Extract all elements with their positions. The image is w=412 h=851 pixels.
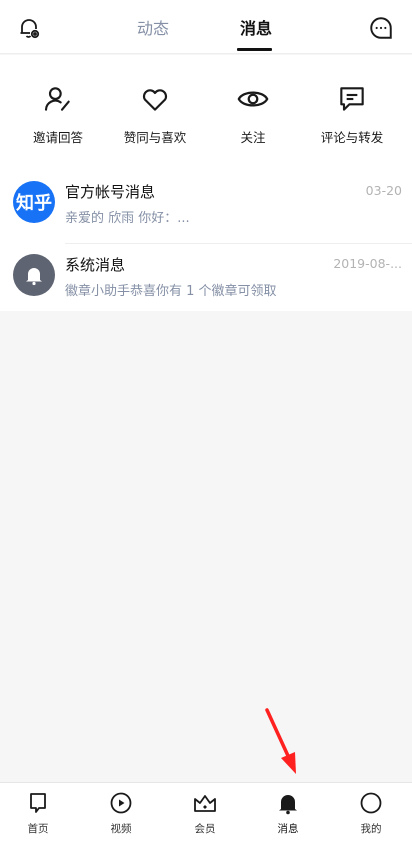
quick-actions: 邀请回答 赞同与喜欢 关注 评论与转发 [0, 55, 412, 160]
nav-vip[interactable]: 会员 [175, 789, 235, 836]
nav-video[interactable]: 视频 [91, 789, 151, 836]
message-time: 2019-08-... [333, 256, 402, 271]
likes-button[interactable]: 赞同与喜欢 [105, 81, 205, 146]
message-preview: 徽章小助手恭喜你有 1 个徽章可领取 [65, 284, 277, 299]
nav-messages[interactable]: 消息 [258, 789, 318, 836]
message-preview: 亲爱的 欣雨 你好：... [65, 211, 190, 226]
message-time: 03-20 [365, 183, 402, 198]
tab-messages[interactable]: 消息 [240, 17, 272, 41]
user-pen-icon [40, 81, 76, 117]
message-list: 知乎 官方帐号消息 亲爱的 欣雨 你好：... 03-20 系统消息 徽章小助手… [0, 160, 412, 311]
invite-answer-button[interactable]: 邀请回答 [8, 81, 108, 146]
eye-icon [235, 81, 271, 117]
bottom-nav: 首页 视频 会员 消息 我的 [0, 782, 412, 838]
active-tab-indicator [237, 48, 272, 51]
bell-icon [26, 268, 42, 286]
nav-profile[interactable]: 我的 [341, 789, 401, 836]
profile-circle-icon [357, 789, 385, 817]
avatar [13, 254, 55, 296]
message-title: 官方帐号消息 [65, 183, 156, 201]
top-header: 动态 消息 [0, 0, 412, 54]
avatar: 知乎 [13, 181, 55, 223]
home-indicator-area [0, 838, 412, 851]
bell-icon [274, 789, 302, 817]
heart-icon [137, 81, 173, 117]
play-circle-icon [107, 789, 135, 817]
crown-icon [191, 789, 219, 817]
bell-settings-icon[interactable] [15, 14, 43, 42]
chat-bubble-icon[interactable] [367, 14, 395, 42]
annotation-arrow [265, 708, 296, 774]
nav-home[interactable]: 首页 [8, 789, 68, 836]
message-row-system[interactable]: 系统消息 徽章小助手恭喜你有 1 个徽章可领取 2019-08-... [0, 238, 412, 312]
tab-dynamic[interactable]: 动态 [137, 17, 169, 41]
comments-button[interactable]: 评论与转发 [302, 81, 402, 146]
follow-button[interactable]: 关注 [203, 81, 303, 146]
message-title: 系统消息 [65, 256, 126, 274]
home-flag-icon [24, 789, 52, 817]
message-row-official[interactable]: 知乎 官方帐号消息 亲爱的 欣雨 你好：... 03-20 [0, 165, 412, 244]
comment-icon [334, 81, 370, 117]
